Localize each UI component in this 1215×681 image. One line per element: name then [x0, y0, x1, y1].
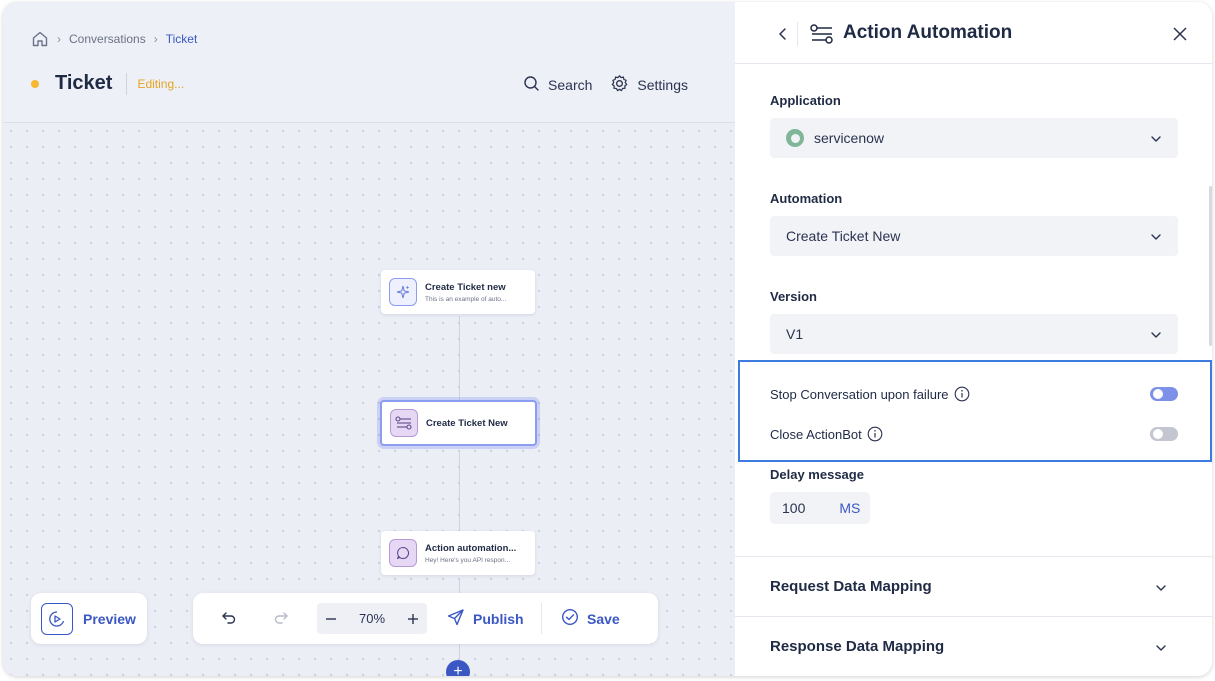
undo-icon	[221, 610, 237, 631]
delay-unit: MS	[839, 500, 861, 516]
delay-value: 100	[782, 500, 806, 516]
node-title: Create Ticket New	[426, 417, 508, 429]
breadcrumb-item-ticket[interactable]: Ticket	[166, 32, 198, 46]
flow-node-create-ticket-automation[interactable]: Create Ticket New	[380, 400, 537, 446]
response-data-mapping-section[interactable]: Response Data Mapping	[735, 616, 1212, 676]
stop-conversation-row: Stop Conversation upon failure	[770, 386, 1178, 402]
preview-label: Preview	[83, 610, 136, 627]
node-text: Create Ticket new This is an example of …	[425, 282, 506, 303]
automation-icon	[390, 409, 418, 437]
version-value: V1	[786, 326, 804, 342]
send-icon	[447, 608, 465, 629]
status-dot	[31, 79, 39, 88]
gear-icon	[610, 74, 629, 96]
info-icon[interactable]	[867, 426, 883, 442]
chevron-right-icon: ›	[153, 32, 158, 46]
preview-button[interactable]: Preview	[31, 593, 147, 644]
redo-icon	[273, 610, 289, 631]
panel-header: Action Automation	[735, 2, 1212, 64]
close-actionbot-toggle[interactable]	[1150, 427, 1178, 441]
node-text: Action automation... Hey! Here's you API…	[425, 543, 516, 564]
search-label: Search	[548, 77, 593, 93]
close-actionbot-label: Close ActionBot	[770, 426, 862, 442]
application-label: Application	[770, 93, 841, 108]
settings-label: Settings	[637, 77, 688, 93]
node-subtitle: Hey! Here's you API respon...	[425, 556, 511, 564]
automation-icon	[809, 23, 835, 50]
node-title: Create Ticket new	[425, 281, 506, 293]
node-subtitle: This is an example of auto...	[425, 295, 507, 303]
home-icon[interactable]	[31, 30, 49, 48]
chevron-down-icon	[1150, 230, 1162, 246]
application-value: servicenow	[814, 130, 885, 146]
zoom-out-button[interactable]	[325, 613, 337, 625]
node-title: Action automation...	[425, 542, 517, 554]
servicenow-logo-icon	[786, 129, 804, 147]
chat-icon	[389, 539, 417, 567]
undo-button[interactable]	[221, 610, 237, 631]
section-title: Request Data Mapping	[770, 578, 932, 595]
flow-node-create-ticket-new[interactable]: Create Ticket new This is an example of …	[381, 270, 535, 314]
search-button[interactable]: Search	[523, 75, 592, 95]
highlight-box	[738, 360, 1212, 462]
search-icon	[523, 75, 540, 95]
delay-label: Delay message	[770, 467, 864, 482]
delay-input[interactable]: 100 MS	[770, 492, 870, 524]
redo-button[interactable]	[273, 610, 289, 631]
check-circle-icon	[561, 608, 579, 629]
chevron-right-icon: ›	[57, 32, 61, 46]
chevron-down-icon	[1150, 132, 1162, 148]
divider	[126, 72, 128, 95]
version-select[interactable]: V1	[770, 314, 1178, 354]
automation-label: Automation	[770, 191, 843, 206]
editor-toolbar: 70% Publish Save	[193, 593, 658, 644]
preview-icon	[41, 602, 73, 635]
breadcrumb: › Conversations › Ticket	[31, 30, 197, 48]
header-actions: Search Settings	[523, 74, 688, 96]
close-actionbot-row: Close ActionBot	[770, 426, 1178, 442]
app-window: › Conversations › Ticket Ticket Editing.…	[3, 2, 1212, 676]
scrollbar[interactable]	[1209, 186, 1212, 346]
automation-select[interactable]: Create Ticket New	[770, 216, 1178, 256]
flow-editor: › Conversations › Ticket Ticket Editing.…	[3, 2, 735, 676]
application-select[interactable]: servicenow	[770, 118, 1178, 158]
breadcrumb-item-conversations[interactable]: Conversations	[69, 32, 146, 46]
connector-line	[459, 451, 460, 533]
settings-button[interactable]: Settings	[610, 74, 688, 96]
action-automation-panel: Action Automation Application servicenow…	[735, 2, 1212, 676]
stop-conversation-toggle[interactable]	[1150, 387, 1178, 401]
publish-label: Publish	[473, 610, 524, 627]
request-data-mapping-section[interactable]: Request Data Mapping	[735, 556, 1212, 616]
close-icon[interactable]	[1172, 26, 1188, 47]
zoom-control: 70%	[317, 603, 427, 634]
title-row: Ticket Editing...	[31, 72, 184, 95]
chevron-left-icon[interactable]	[777, 24, 789, 49]
chevron-down-icon	[1150, 328, 1162, 344]
section-title: Response Data Mapping	[770, 638, 945, 655]
chevron-down-icon	[1155, 641, 1167, 658]
automation-value: Create Ticket New	[786, 228, 901, 244]
version-label: Version	[770, 289, 817, 304]
save-label: Save	[587, 610, 620, 627]
flow-node-action-automation-message[interactable]: Action automation... Hey! Here's you API…	[381, 531, 535, 575]
connector-line	[459, 316, 460, 404]
stop-conversation-label: Stop Conversation upon failure	[770, 386, 949, 402]
sparkle-icon	[389, 278, 417, 306]
publish-button[interactable]: Publish	[447, 593, 524, 644]
page-title: Ticket	[55, 72, 113, 94]
editing-status: Editing...	[137, 76, 185, 91]
divider	[797, 22, 798, 46]
zoom-in-button[interactable]	[407, 613, 419, 625]
panel-title: Action Automation	[843, 22, 1013, 43]
zoom-level: 70%	[358, 611, 386, 626]
info-icon[interactable]	[954, 386, 970, 402]
chevron-down-icon	[1155, 581, 1167, 598]
save-button[interactable]: Save	[561, 593, 620, 644]
divider	[541, 603, 542, 634]
editor-header: › Conversations › Ticket Ticket Editing.…	[3, 2, 735, 123]
